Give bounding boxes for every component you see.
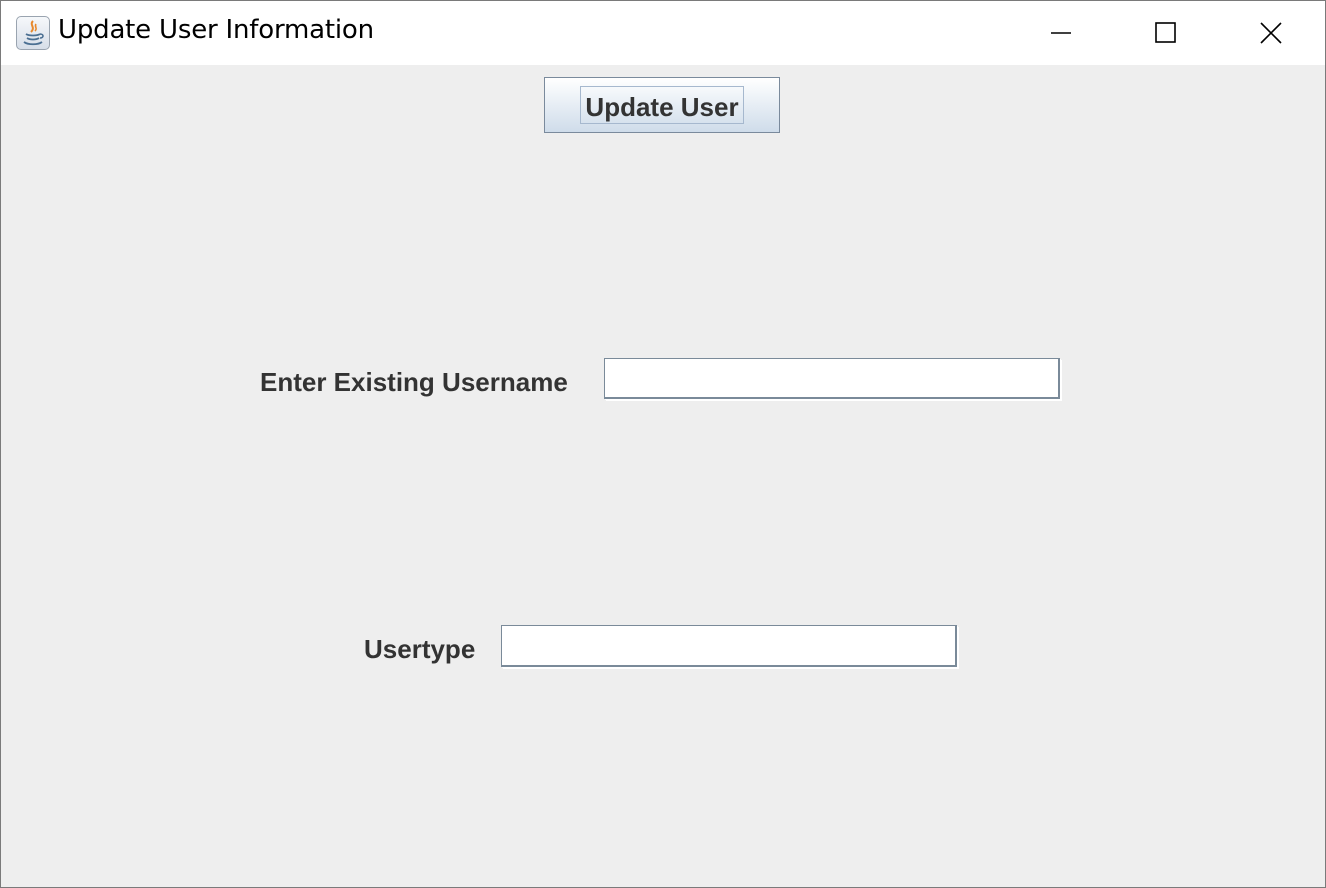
minimize-button[interactable] bbox=[1008, 1, 1114, 65]
usertype-label: Usertype bbox=[364, 634, 476, 664]
close-button[interactable] bbox=[1219, 1, 1325, 65]
usertype-input[interactable] bbox=[501, 625, 957, 667]
app-window: Update User Information Update User Ente… bbox=[0, 0, 1326, 888]
window-title: Update User Information bbox=[58, 15, 374, 45]
minimize-icon bbox=[1051, 32, 1071, 34]
update-user-button[interactable]: Update User bbox=[544, 77, 780, 133]
maximize-icon bbox=[1155, 22, 1176, 43]
title-bar[interactable]: Update User Information bbox=[1, 1, 1325, 65]
username-label: Enter Existing Username bbox=[260, 367, 568, 397]
username-input[interactable] bbox=[604, 358, 1060, 399]
close-icon bbox=[1260, 22, 1282, 44]
java-icon[interactable] bbox=[16, 16, 50, 50]
update-user-button-label: Update User bbox=[585, 92, 739, 122]
maximize-button[interactable] bbox=[1113, 1, 1219, 65]
